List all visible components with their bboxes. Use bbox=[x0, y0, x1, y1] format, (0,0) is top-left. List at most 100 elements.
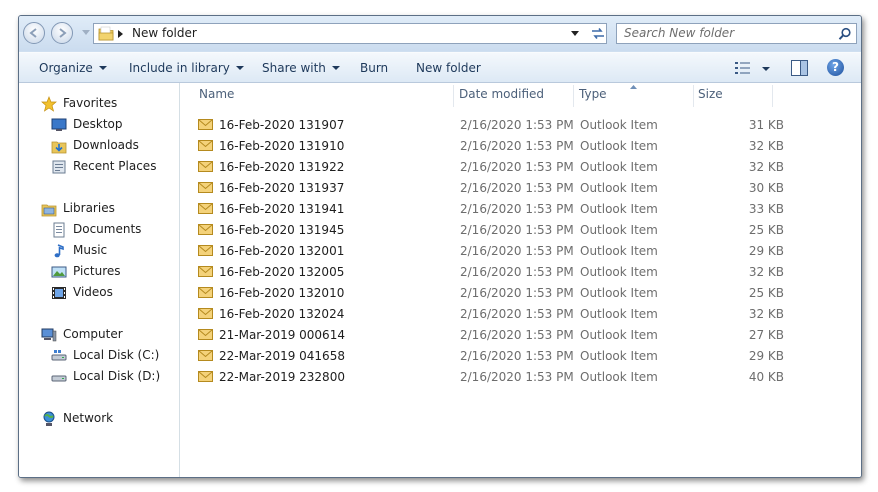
chevron-down-icon bbox=[235, 66, 244, 70]
file-row[interactable]: 16-Feb-2020 132024 2/16/2020 1:53 PM Outlo… bbox=[198, 304, 798, 325]
file-row[interactable]: 16-Feb-2020 132010 2/16/2020 1:53 PM Outlo… bbox=[198, 283, 798, 304]
mail-item-icon bbox=[198, 370, 213, 385]
file-type: Outlook Item bbox=[580, 307, 658, 321]
file-name: 16-Feb-2020 132010 bbox=[219, 286, 345, 300]
file-name: 16-Feb-2020 131937 bbox=[219, 181, 345, 195]
file-size: 25 KB bbox=[748, 286, 784, 300]
burn-button[interactable]: Burn bbox=[360, 61, 388, 75]
column-divider[interactable] bbox=[453, 85, 454, 107]
mail-item-icon bbox=[198, 244, 213, 259]
file-date-modified: 2/16/2020 1:53 PM bbox=[460, 118, 574, 132]
file-row[interactable]: 16-Feb-2020 131945 2/16/2020 1:53 PM Outlo… bbox=[198, 220, 798, 241]
view-options-dropdown-icon[interactable] bbox=[762, 67, 770, 71]
nav-favorites-label: Favorites bbox=[63, 96, 118, 110]
file-row[interactable]: 16-Feb-2020 131922 2/16/2020 1:53 PM Outlo… bbox=[198, 157, 798, 178]
videos-icon bbox=[52, 287, 66, 299]
file-size: 32 KB bbox=[748, 139, 784, 153]
mail-item-icon bbox=[198, 202, 213, 217]
file-row[interactable]: 22-Mar-2019 232800 2/16/2020 1:53 PM Outlo… bbox=[198, 367, 798, 388]
include-in-library-button[interactable]: Include in library bbox=[129, 61, 244, 75]
file-date-modified: 2/16/2020 1:53 PM bbox=[460, 223, 574, 237]
file-date-modified: 2/16/2020 1:53 PM bbox=[460, 244, 574, 258]
file-type: Outlook Item bbox=[580, 160, 658, 174]
column-divider[interactable] bbox=[693, 85, 694, 107]
nav-network-label: Network bbox=[63, 411, 114, 425]
file-name: 16-Feb-2020 131945 bbox=[219, 223, 345, 237]
file-row[interactable]: 16-Feb-2020 131941 2/16/2020 1:53 PM Outlo… bbox=[198, 199, 798, 220]
file-row[interactable]: 16-Feb-2020 131937 2/16/2020 1:53 PM Outlo… bbox=[198, 178, 798, 199]
nav-recent-places-label: Recent Places bbox=[73, 159, 157, 173]
back-arrow-icon bbox=[29, 28, 37, 38]
file-size: 27 KB bbox=[748, 328, 784, 342]
file-row[interactable]: 16-Feb-2020 131910 2/16/2020 1:53 PM Outlo… bbox=[198, 136, 798, 157]
documents-icon bbox=[53, 222, 65, 238]
file-type: Outlook Item bbox=[580, 349, 658, 363]
file-type: Outlook Item bbox=[580, 139, 658, 153]
file-size: 33 KB bbox=[748, 202, 784, 216]
column-header-size[interactable]: Size bbox=[698, 87, 723, 101]
file-name: 16-Feb-2020 132001 bbox=[219, 244, 345, 258]
file-size: 40 KB bbox=[748, 370, 784, 384]
refresh-icon[interactable] bbox=[589, 25, 607, 42]
explorer-window: New folder Search New folder Organize In… bbox=[18, 15, 862, 478]
search-icon[interactable] bbox=[838, 27, 852, 41]
share-with-button[interactable]: Share with bbox=[262, 61, 340, 75]
nav-local-disk-c-label: Local Disk (C:) bbox=[73, 348, 160, 362]
file-size: 25 KB bbox=[748, 223, 784, 237]
file-row[interactable]: 16-Feb-2020 132001 2/16/2020 1:53 PM Outlo… bbox=[198, 241, 798, 262]
view-details-icon[interactable] bbox=[735, 61, 751, 75]
file-list-view: Name Date modified Type Size 16-Feb-2020… bbox=[180, 83, 861, 477]
libraries-icon bbox=[41, 204, 57, 217]
navigation-pane: Favorites Desktop Downloads Recent Place… bbox=[19, 83, 180, 477]
organize-button[interactable]: Organize bbox=[39, 61, 107, 75]
file-size: 31 KB bbox=[748, 118, 784, 132]
file-type: Outlook Item bbox=[580, 265, 658, 279]
column-divider[interactable] bbox=[772, 85, 773, 107]
new-folder-button[interactable]: New folder bbox=[416, 61, 481, 75]
file-type: Outlook Item bbox=[580, 328, 658, 342]
search-placeholder: Search New folder bbox=[624, 26, 735, 40]
column-header-name[interactable]: Name bbox=[199, 87, 234, 101]
include-in-library-label: Include in library bbox=[129, 61, 230, 75]
search-input[interactable]: Search New folder bbox=[616, 23, 857, 44]
address-history-dropdown-icon[interactable] bbox=[571, 31, 579, 36]
sort-ascending-icon bbox=[630, 85, 637, 89]
file-name: 16-Feb-2020 132005 bbox=[219, 265, 345, 279]
file-type: Outlook Item bbox=[580, 118, 658, 132]
file-size: 32 KB bbox=[748, 265, 784, 279]
file-size: 29 KB bbox=[748, 244, 784, 258]
column-divider[interactable] bbox=[573, 85, 574, 107]
nav-libraries-label: Libraries bbox=[63, 201, 115, 215]
file-name: 16-Feb-2020 131907 bbox=[219, 118, 345, 132]
mail-item-icon bbox=[198, 307, 213, 322]
organize-label: Organize bbox=[39, 61, 93, 75]
pictures-icon bbox=[51, 266, 67, 278]
file-name: 16-Feb-2020 132024 bbox=[219, 307, 345, 321]
help-icon[interactable]: ? bbox=[827, 59, 844, 76]
file-row[interactable]: 22-Mar-2019 041658 2/16/2020 1:53 PM Outlo… bbox=[198, 346, 798, 367]
file-date-modified: 2/16/2020 1:53 PM bbox=[460, 286, 574, 300]
file-row[interactable]: 16-Feb-2020 131907 2/16/2020 1:53 PM Outlo… bbox=[198, 115, 798, 136]
column-header-date-modified[interactable]: Date modified bbox=[459, 87, 544, 101]
column-header-type[interactable]: Type bbox=[579, 87, 607, 101]
file-type: Outlook Item bbox=[580, 181, 658, 195]
mail-item-icon bbox=[198, 328, 213, 343]
mail-item-icon bbox=[198, 181, 213, 196]
address-bar[interactable]: New folder bbox=[93, 23, 607, 44]
breadcrumb-new-folder[interactable]: New folder bbox=[132, 26, 197, 40]
file-type: Outlook Item bbox=[580, 370, 658, 384]
nav-music-label: Music bbox=[73, 243, 108, 257]
back-button[interactable] bbox=[23, 22, 45, 44]
address-bar-row: New folder Search New folder bbox=[19, 16, 861, 51]
forward-button[interactable] bbox=[51, 22, 73, 44]
desktop-icon bbox=[51, 118, 67, 131]
file-row[interactable]: 16-Feb-2020 132005 2/16/2020 1:53 PM Outlo… bbox=[198, 262, 798, 283]
command-bar: Organize Include in library Share with B… bbox=[19, 52, 861, 83]
recent-pages-dropdown-icon[interactable] bbox=[82, 30, 90, 36]
file-row[interactable]: 21-Mar-2019 000614 2/16/2020 1:53 PM Outlo… bbox=[198, 325, 798, 346]
chevron-down-icon bbox=[331, 66, 340, 70]
file-date-modified: 2/16/2020 1:53 PM bbox=[460, 160, 574, 174]
mail-item-icon bbox=[198, 265, 213, 280]
breadcrumb-chevron-icon[interactable] bbox=[118, 30, 124, 38]
preview-pane-icon[interactable] bbox=[791, 60, 808, 76]
